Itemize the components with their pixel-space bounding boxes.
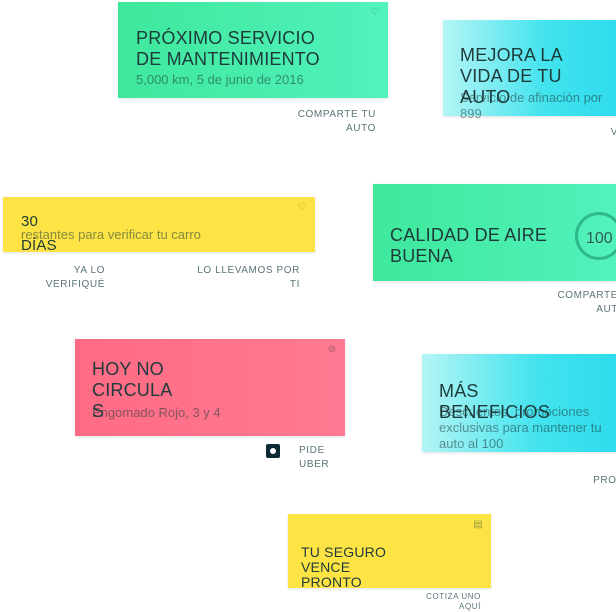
already-verified-button[interactable]: YA LO VERIFIQUÉ [33,264,105,292]
benefits-subtitle: Descuentos, promociones exclusivas para … [439,404,602,451]
verification-card[interactable]: ♡ 30 DÍAS restantes para verificar tu ca… [3,197,315,297]
improve-subtitle: Servicio de afinación por 899 [460,90,603,121]
quote-insurance-button[interactable]: COTIZA UNO AQUÍ [421,592,481,612]
maintenance-title: PRÓXIMO SERVICIO DE MANTENIMIENTO [136,28,320,69]
hoy-no-circula-subtitle: Engomado Rojo, 3 y 4 [92,405,221,420]
take-it-for-you-button[interactable]: LO LLEVAMOS POR TI [185,264,300,292]
improve-action-button[interactable]: V [598,126,616,140]
improve-card[interactable]: MEJORA LA VIDA DE TU AUTO Servicio de af… [443,20,616,140]
uber-icon[interactable] [266,444,280,458]
document-icon: ▤ [473,519,483,530]
request-uber-button[interactable]: PIDE UBER [299,444,331,472]
air-quality-gauge-value: 100 [586,230,613,247]
maintenance-card[interactable]: ♡ PRÓXIMO SERVICIO DE MANTENIMIENTO 5,00… [118,2,388,142]
share-car-button[interactable]: COMPARTE TU AUTO [296,108,376,136]
prohibited-icon: ⊘ [327,344,337,355]
benefits-card[interactable]: MÁS BENEFICIOS Descuentos, promociones e… [422,354,616,489]
air-quality-card[interactable]: CALIDAD DE AIRE BUENA 100 COMPARTE AUT [373,184,616,324]
benefits-action-button[interactable]: PROI [590,474,616,488]
leaf-icon: ♡ [370,7,380,18]
verification-subtitle: restantes para verificar tu carro [21,227,201,242]
leaf-icon: ♡ [297,202,307,213]
insurance-card[interactable]: ▤ TU SEGURO VENCE PRONTO COTIZA UNO AQUÍ [288,514,491,611]
air-quality-title: CALIDAD DE AIRE BUENA [390,225,548,266]
insurance-title: TU SEGURO VENCE PRONTO [301,544,387,590]
share-air-button[interactable]: COMPARTE AUT [548,289,616,317]
maintenance-subtitle: 5,000 km, 5 de junio de 2016 [136,72,304,87]
hoy-no-circula-card[interactable]: ⊘ HOY NO CIRCULA S Engomado Rojo, 3 y 4 … [75,339,345,474]
